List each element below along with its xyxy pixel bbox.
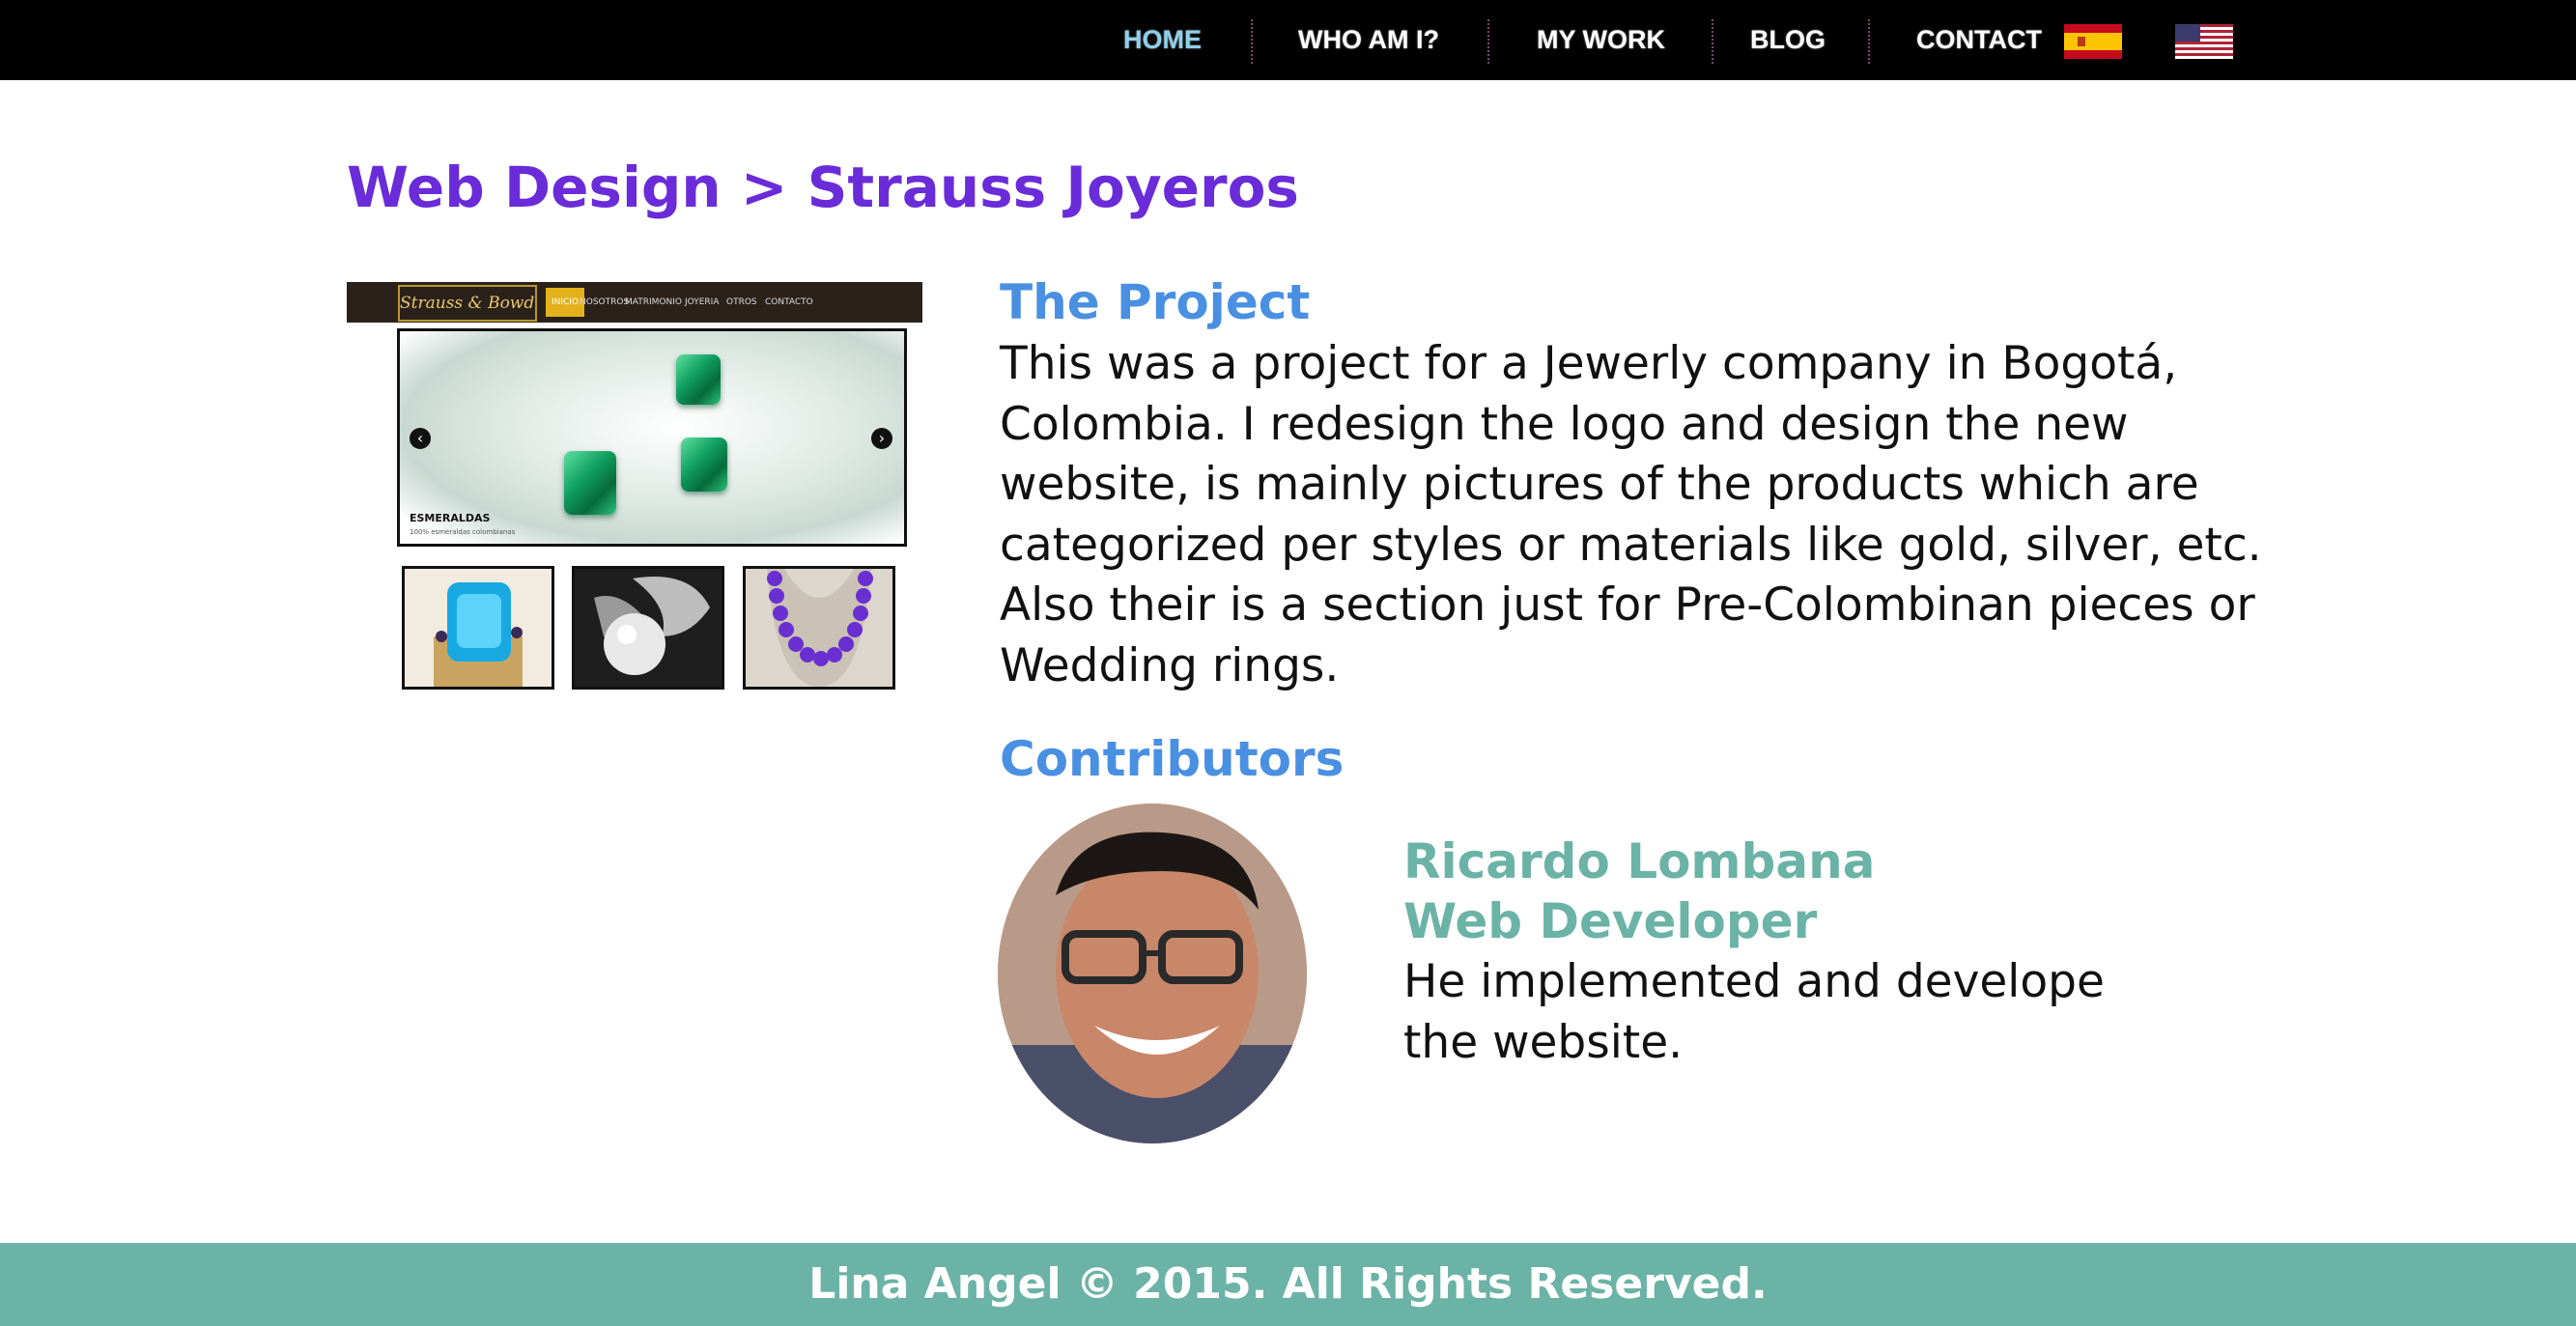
thumbnail-blue-topaz-ring	[402, 566, 554, 690]
footer: Lina Angel © 2015. All Rights Reserved.	[0, 1243, 2576, 1326]
thumbnail-purple-necklace	[743, 566, 895, 690]
nav-separator	[1487, 19, 1489, 64]
nav-separator	[1868, 19, 1870, 64]
nav-who-am-i-link[interactable]: WHO AM I?	[1298, 0, 1439, 80]
nav-my-work-link[interactable]: MY WORK	[1537, 0, 1665, 80]
contributor-description: He implemented and develope the website.	[1403, 955, 2105, 1069]
nav-contact-link[interactable]: CONTACT	[1916, 0, 2042, 80]
preview-menu-item: CONTACTO	[765, 297, 813, 307]
slide-subcaption: 100% esmeraldas colombianas	[410, 528, 516, 536]
preview-menu-item: NOSOTROS	[580, 297, 630, 307]
contributor-name: Ricardo Lombana	[1403, 833, 1876, 889]
project-preview-image[interactable]: Strauss & Bowden INICIO NOSOTROS MATRIMO…	[347, 282, 922, 690]
spain-flag-icon[interactable]	[2064, 24, 2122, 59]
preview-menu-item: OTROS	[726, 297, 757, 307]
contributors-heading: Contributors	[1000, 731, 1345, 787]
nav-separator	[1712, 19, 1713, 64]
usa-flag-icon[interactable]	[2175, 24, 2233, 59]
emerald-gem	[681, 437, 727, 492]
top-navigation-bar: HOME WHO AM I? MY WORK BLOG CONTACT	[0, 0, 2576, 80]
slider-prev-arrow-icon: ‹	[410, 428, 431, 449]
page-title: Web Design > Strauss Joyeros	[347, 155, 1299, 220]
emerald-gem	[564, 451, 616, 515]
preview-site-header: Strauss & Bowden INICIO NOSOTROS MATRIMO…	[347, 282, 922, 323]
slider-next-arrow-icon: ›	[871, 428, 892, 449]
preview-menu-item: JOYERIA	[685, 297, 720, 307]
emerald-gem	[676, 354, 721, 405]
contributor-avatar	[998, 804, 1307, 1143]
preview-menu-item: MATRIMONIO	[625, 297, 682, 307]
footer-copyright: Lina Angel © 2015. All Rights Reserved.	[808, 1259, 1768, 1309]
thumbnail-pearl-ring	[572, 566, 724, 690]
nav-blog-link[interactable]: BLOG	[1750, 0, 1826, 80]
slide-caption: ESMERALDAS	[410, 512, 491, 524]
nav-home-link[interactable]: HOME	[1123, 0, 1202, 80]
nav-separator	[1251, 19, 1253, 64]
preview-slider: ‹ › ESMERALDAS 100% esmeraldas colombian…	[397, 328, 907, 547]
contributor-role: Web Developer	[1403, 893, 1818, 949]
project-heading: The Project	[1000, 274, 1311, 330]
preview-logo: Strauss & Bowden	[398, 285, 537, 322]
project-description: This was a project for a Jewerly company…	[1000, 337, 2262, 692]
